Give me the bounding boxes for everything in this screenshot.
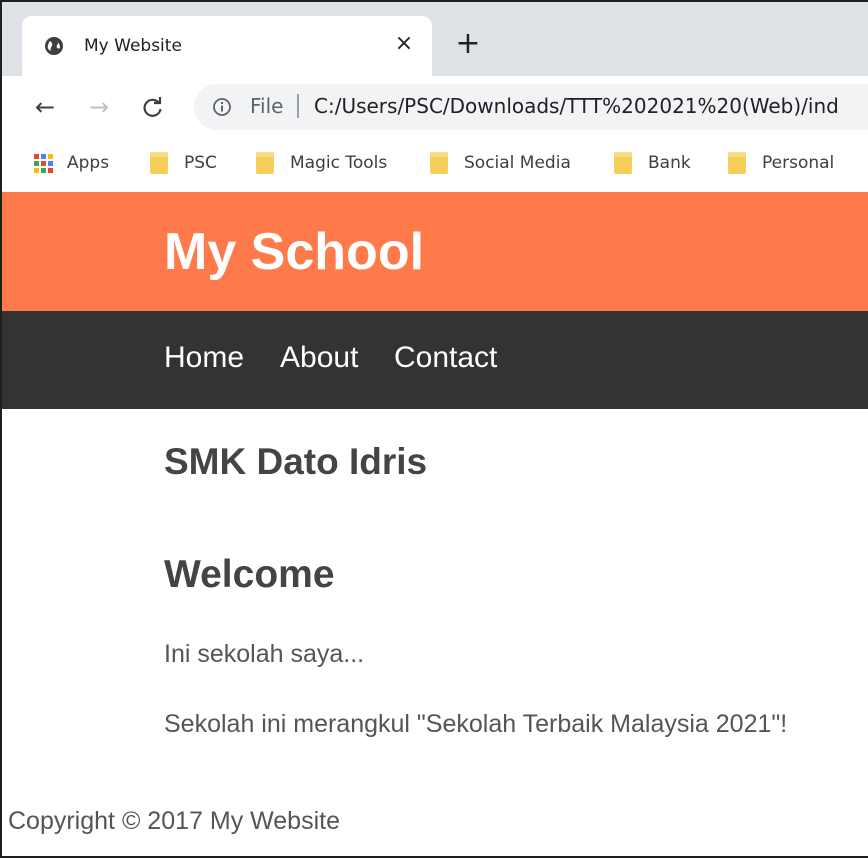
tab-my-website[interactable]: My Website × [22, 16, 432, 76]
back-arrow-icon[interactable]: ← [30, 92, 60, 122]
apps-grid-icon [34, 153, 53, 173]
new-tab-icon[interactable]: + [454, 29, 482, 59]
browser-toolbar: ← → File C:/Users/PSC/Downloads/TTT%2020… [2, 76, 868, 138]
bookmark-social-media[interactable]: Social Media [430, 150, 571, 176]
bookmark-label: Apps [67, 153, 110, 173]
footer-copyright: Copyright © 2017 My Website [8, 807, 340, 835]
address-separator [297, 94, 299, 118]
folder-icon [430, 152, 448, 174]
info-icon[interactable] [212, 97, 232, 117]
bookmark-apps[interactable]: Apps [34, 150, 109, 176]
bookmark-bank[interactable]: Bank [614, 150, 691, 176]
tab-title: My Website [84, 36, 182, 56]
intro-paragraph: Ini sekolah saya... [164, 640, 365, 668]
site-title: My School [164, 223, 425, 281]
bookmark-label: Personal [762, 153, 835, 173]
bookmark-label: Social Media [464, 153, 571, 173]
nav-link-home[interactable]: Home [164, 341, 244, 375]
address-bar[interactable]: File C:/Users/PSC/Downloads/TTT%202021%2… [194, 84, 868, 130]
nav-link-about[interactable]: About [280, 341, 358, 375]
browser-window: My Website × + ← → File C:/Users/PSC/Dow… [0, 0, 868, 858]
folder-icon [256, 152, 274, 174]
tab-strip: My Website × + [2, 2, 868, 76]
folder-icon [614, 152, 632, 174]
site-navigation: Home About Contact [2, 311, 868, 409]
bookmark-label: Magic Tools [290, 153, 388, 173]
url-text[interactable]: C:/Users/PSC/Downloads/TTT%202021%20(Web… [314, 94, 839, 118]
school-name-heading: SMK Dato Idris [164, 441, 428, 482]
scheme-label: File [250, 94, 284, 118]
bookmark-label: Bank [648, 153, 691, 173]
site-header: My School [2, 192, 868, 311]
bookmark-personal[interactable]: Personal [728, 150, 834, 176]
folder-icon [728, 152, 746, 174]
bookmark-label: PSC [184, 153, 217, 173]
close-tab-icon[interactable]: × [390, 30, 418, 58]
globe-icon [44, 36, 64, 56]
nav-link-contact[interactable]: Contact [394, 341, 497, 375]
web-page: My School Home About Contact SMK Dato Id… [2, 192, 868, 856]
bookmarks-bar: Apps PSC Magic Tools Social Media Bank P… [2, 138, 868, 192]
forward-arrow-icon[interactable]: → [84, 92, 114, 122]
award-paragraph: Sekolah ini merangkul "Sekolah Terbaik M… [164, 710, 788, 738]
bookmark-magic-tools[interactable]: Magic Tools [256, 150, 387, 176]
bookmark-psc[interactable]: PSC [150, 150, 217, 176]
folder-icon [150, 152, 168, 174]
reload-icon[interactable] [138, 92, 168, 122]
welcome-heading: Welcome [164, 553, 335, 596]
